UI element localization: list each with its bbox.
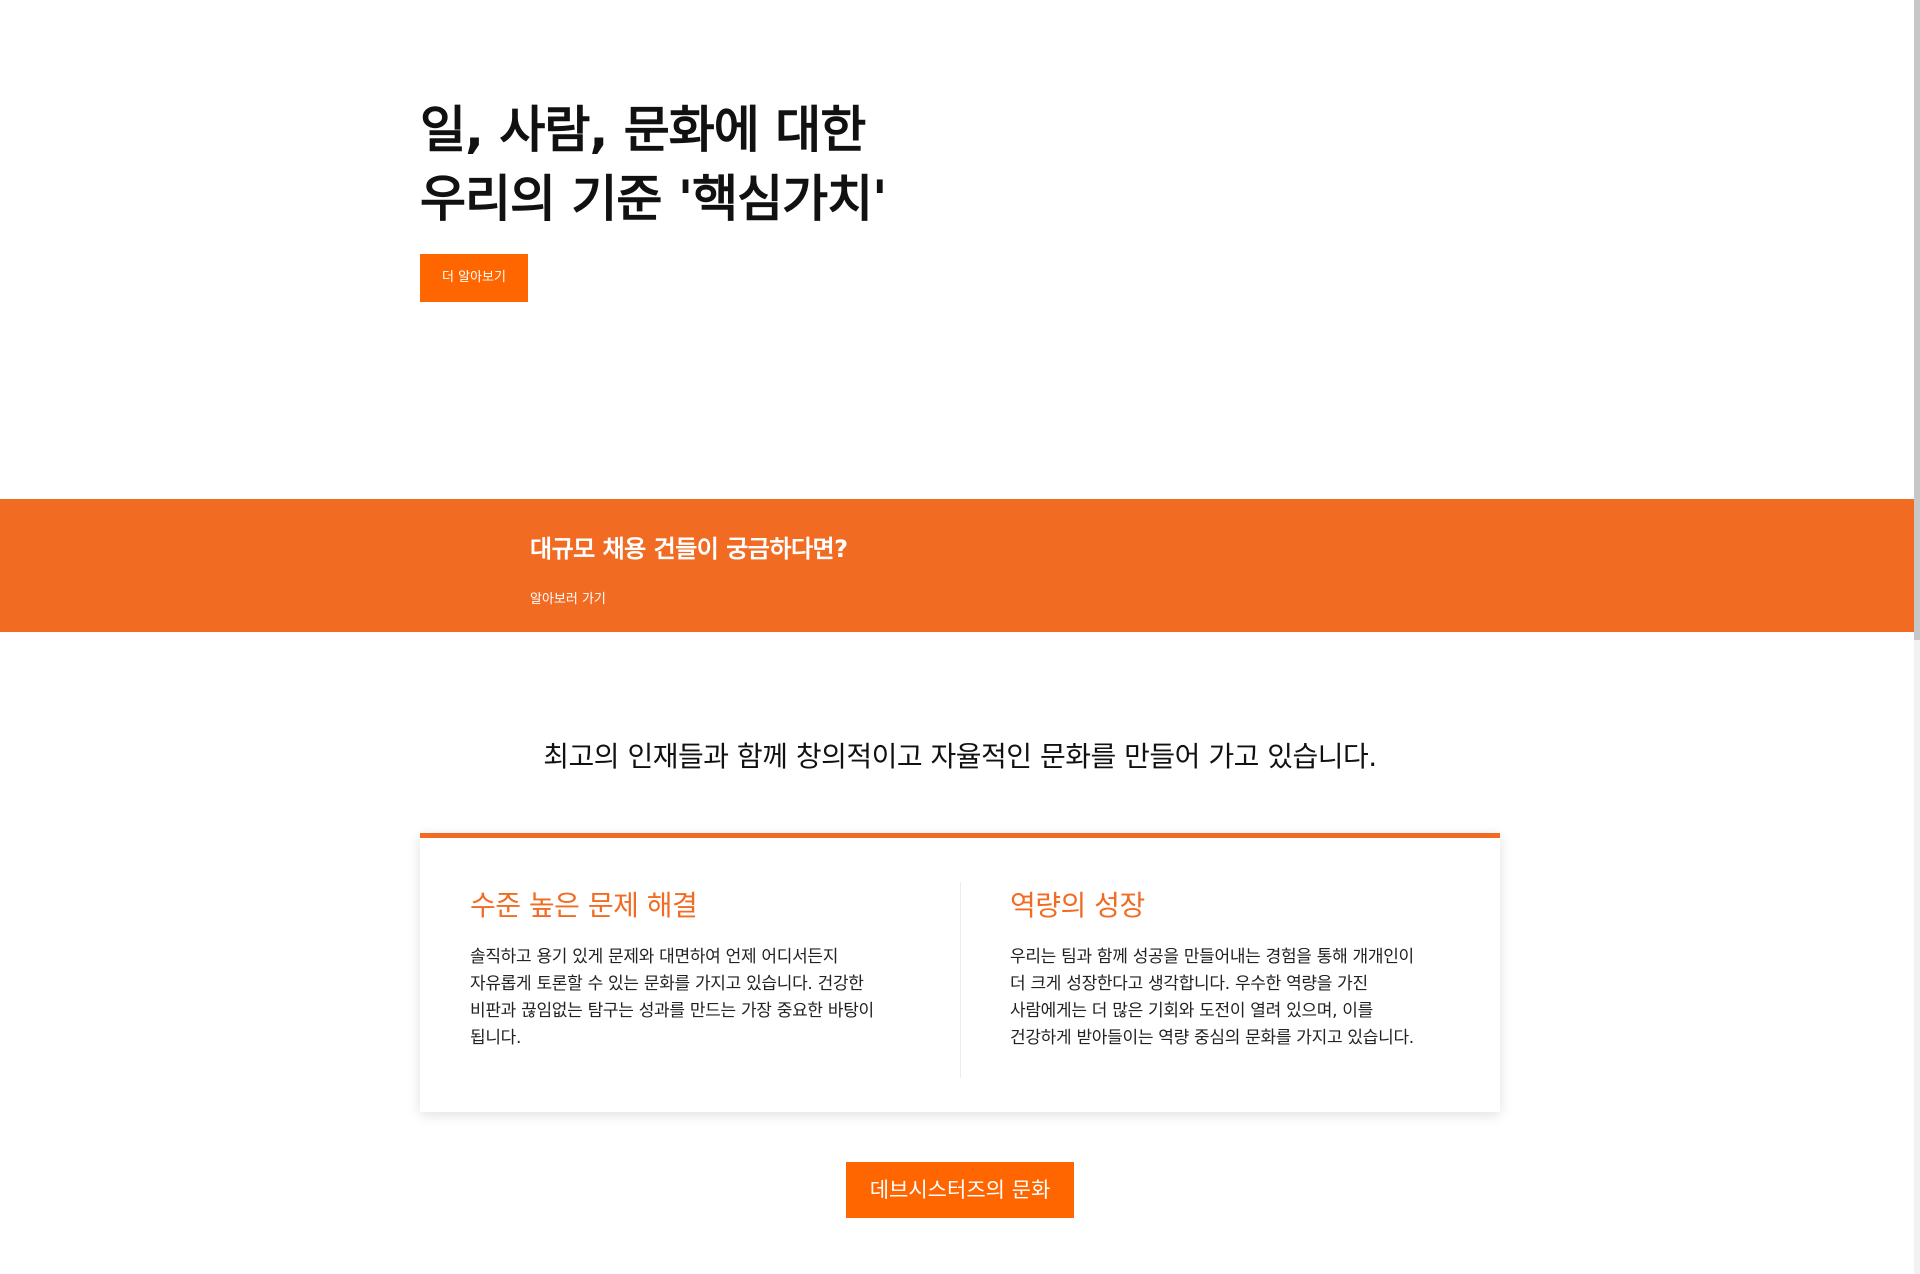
banner-title: 대규모 채용 건들이 궁금하다면? <box>530 535 848 563</box>
hero-title: 일, 사람, 문화에 대한 우리의 기준 '핵심가치' <box>420 96 887 234</box>
card-text-line: 더 크게 성장한다고 생각합니다. 우수한 역량을 가진 <box>1010 974 1368 994</box>
card-column-growth: 역량의 성장 우리는 팀과 함께 성공을 만들어내는 경험을 통해 개개인이 더… <box>1010 886 1465 1052</box>
card-text-line: 우리는 팀과 함께 성공을 만들어내는 경험을 통해 개개인이 <box>1010 947 1414 967</box>
hero-title-line1: 일, 사람, 문화에 대한 <box>420 101 866 159</box>
card-text-line: 됩니다. <box>470 1028 522 1048</box>
card-text-line: 자유롭게 토론할 수 있는 문화를 가지고 있습니다. 건강한 <box>470 974 864 994</box>
card-column-problem-solving: 수준 높은 문제 해결 솔직하고 용기 있게 문제와 대면하여 언제 어디서든지… <box>470 886 925 1052</box>
card-text-line: 사람에게는 더 많은 기회와 도전이 열려 있으며, 이를 <box>1010 1001 1373 1021</box>
culture-button[interactable]: 데브시스터즈의 문화 <box>846 1162 1074 1218</box>
scrollbar[interactable] <box>1914 0 1920 1274</box>
card-title: 역량의 성장 <box>1010 889 1145 922</box>
banner-link[interactable]: 알아보러 가기 <box>530 588 606 607</box>
card-divider <box>960 882 961 1078</box>
learn-more-button[interactable]: 더 알아보기 <box>420 254 528 302</box>
culture-card: 수준 높은 문제 해결 솔직하고 용기 있게 문제와 대면하여 언제 어디서든지… <box>420 833 1500 1112</box>
scrollbar-thumb[interactable] <box>1914 0 1920 640</box>
card-text-line: 건강하게 받아들이는 역량 중심의 문화를 가지고 있습니다. <box>1010 1028 1414 1048</box>
hero-section: 일, 사람, 문화에 대한 우리의 기준 '핵심가치' 더 알아보기 <box>420 96 887 302</box>
hero-title-line2: 우리의 기준 '핵심가치' <box>420 170 887 228</box>
page: 일, 사람, 문화에 대한 우리의 기준 '핵심가치' 더 알아보기 대규모 채… <box>0 0 1920 1274</box>
card-text: 솔직하고 용기 있게 문제와 대면하여 언제 어디서든지 자유롭게 토론할 수 … <box>470 944 925 1052</box>
card-text-line: 비판과 끊임없는 탐구는 성과를 만드는 가장 중요한 바탕이 <box>470 1001 874 1021</box>
card-text: 우리는 팀과 함께 성공을 만들어내는 경험을 통해 개개인이 더 크게 성장한… <box>1010 944 1465 1052</box>
recruit-banner: 대규모 채용 건들이 궁금하다면? 알아보러 가기 <box>0 499 1920 632</box>
culture-heading: 최고의 인재들과 함께 창의적이고 자율적인 문화를 만들어 가고 있습니다. <box>543 740 1377 773</box>
card-title: 수준 높은 문제 해결 <box>470 889 698 922</box>
card-text-line: 솔직하고 용기 있게 문제와 대면하여 언제 어디서든지 <box>470 947 839 967</box>
